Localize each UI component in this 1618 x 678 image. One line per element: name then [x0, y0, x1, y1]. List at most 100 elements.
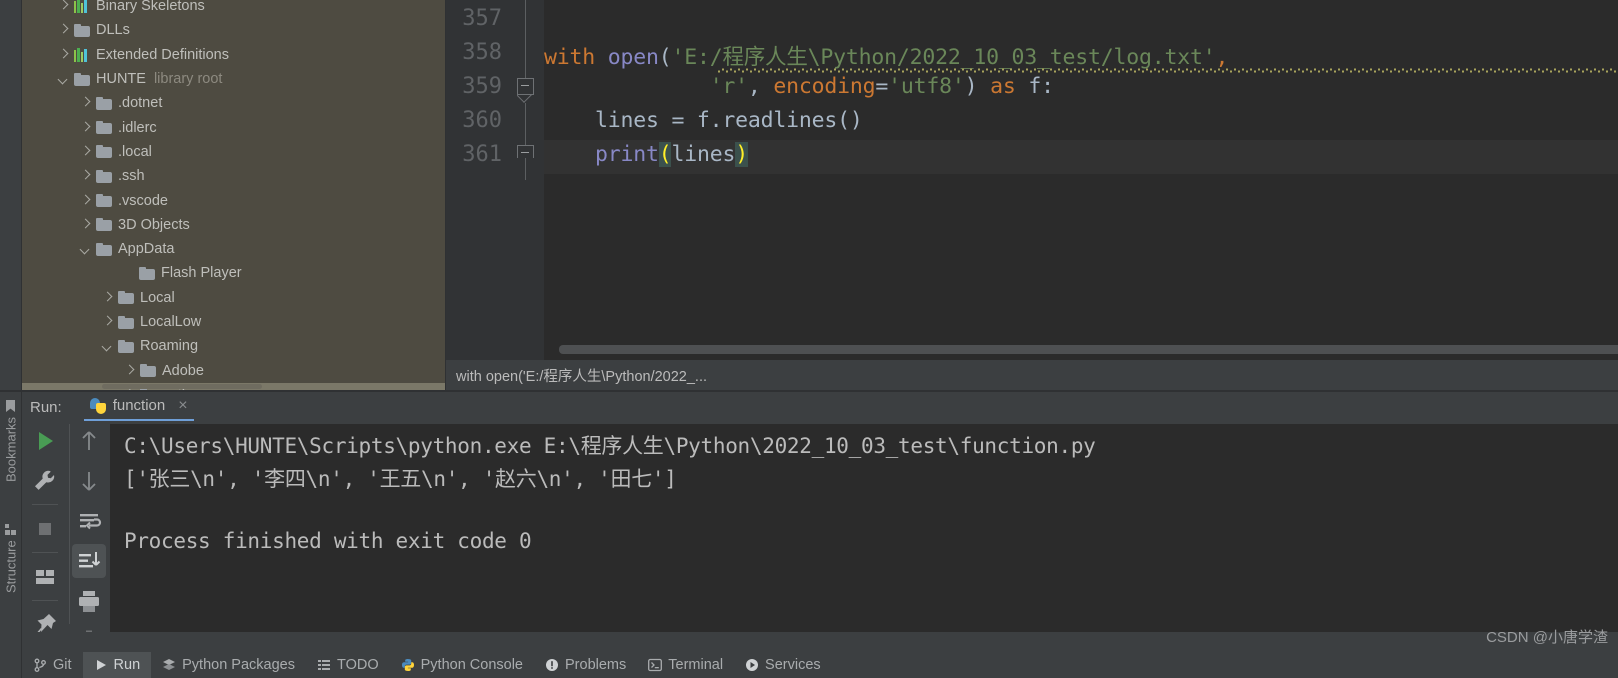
rail-item-label: Structure: [3, 540, 19, 593]
rail-item-structure[interactable]: Structure: [0, 524, 22, 624]
chevron-right-icon[interactable]: [79, 170, 92, 183]
tree-item-flash-player[interactable]: Flash Player: [22, 261, 445, 285]
print-button[interactable]: [72, 584, 106, 618]
line-number: 361: [462, 142, 502, 167]
fold-region-marker[interactable]: [517, 78, 534, 95]
code-line[interactable]: lines = f.readlines(): [544, 108, 863, 133]
code-line[interactable]: print(lines): [544, 142, 748, 167]
tree-item-locallow[interactable]: LocalLow: [22, 310, 445, 334]
status-tab-git[interactable]: Git: [22, 652, 83, 678]
tree-horizontal-scrollbar[interactable]: [102, 384, 262, 389]
tree-item-label: 3D Objects: [118, 216, 190, 233]
play-icon: [94, 658, 108, 672]
chevron-right-icon[interactable]: [101, 316, 114, 329]
toolbar-separator: [32, 600, 58, 601]
status-tab-todo[interactable]: TODO: [306, 652, 390, 678]
scroll-to-end-button[interactable]: [71, 544, 106, 578]
code-token: with: [544, 45, 608, 70]
chevron-down-icon[interactable]: [79, 243, 92, 256]
tree-item-hunte[interactable]: HUNTE library root: [22, 67, 445, 91]
stop-button[interactable]: [28, 512, 62, 546]
tree-item-binary-skeletons[interactable]: Binary Skeletons: [22, 0, 445, 18]
close-icon[interactable]: ×: [178, 397, 187, 415]
editor-breadcrumb[interactable]: with open('E:/程序人生\Python/2022_...: [446, 361, 1618, 390]
warning-icon: [545, 658, 559, 672]
chevron-right-icon[interactable]: [79, 194, 92, 207]
layout-button[interactable]: [28, 560, 62, 594]
code-token: as: [977, 74, 1029, 99]
code-line[interactable]: 'r', encoding='utf8') as f:: [544, 74, 1054, 99]
console-line: C:\Users\HUNTE\Scripts\python.exe E:\程序人…: [124, 434, 1096, 458]
code-line[interactable]: with open('E:/程序人生\Python/2022_10_03_tes…: [544, 40, 1228, 71]
status-tab-label: Terminal: [668, 657, 724, 673]
rerun-config-button[interactable]: [28, 464, 62, 498]
chevron-right-icon[interactable]: [57, 0, 70, 13]
code-token: ): [735, 142, 748, 167]
chevron-right-icon[interactable]: [79, 97, 92, 110]
status-tab-services[interactable]: Services: [734, 652, 832, 678]
editor-gutter: 357 358 359 360 361: [446, 0, 508, 360]
tree-item-label: .ssh: [118, 168, 145, 185]
chevron-right-icon[interactable]: [79, 145, 92, 158]
tree-item-dotnet[interactable]: .dotnet: [22, 91, 445, 115]
chevron-right-icon[interactable]: [57, 24, 70, 37]
line-number: 358: [462, 40, 502, 65]
code-editor[interactable]: 357 358 359 360 361 with open('E:/程序人生\P…: [446, 0, 1618, 360]
fold-guide-line: [525, 158, 527, 180]
code-token: lines = f.readlines(): [544, 108, 863, 133]
code-text-area[interactable]: with open('E:/程序人生\Python/2022_10_03_tes…: [544, 0, 1618, 360]
tree-item-label: Binary Skeletons: [96, 0, 205, 15]
status-tab-problems[interactable]: Problems: [534, 652, 637, 678]
chevron-right-icon[interactable]: [101, 291, 114, 304]
fold-region-end-marker[interactable]: [517, 145, 534, 158]
run-tab-function[interactable]: function ×: [83, 394, 194, 421]
chevron-right-icon[interactable]: [79, 121, 92, 134]
tree-item-label: AppData: [118, 241, 175, 258]
tree-item-3d-objects[interactable]: 3D Objects: [22, 213, 445, 237]
tree-item-local[interactable]: .local: [22, 140, 445, 164]
status-tab-run[interactable]: Run: [82, 652, 152, 678]
run-console-output[interactable]: C:\Users\HUNTE\Scripts\python.exe E:\程序人…: [110, 424, 1618, 632]
python-icon: [401, 658, 415, 672]
top-region: anifoxAdobeRoamingLocalLowLocalFlash Pla…: [0, 0, 1618, 390]
code-token: 'r': [709, 74, 748, 99]
chevron-right-icon[interactable]: [123, 364, 136, 377]
project-tree-panel[interactable]: anifoxAdobeRoamingLocalLowLocalFlash Pla…: [22, 0, 445, 390]
tree-item-roaming[interactable]: Roaming: [22, 334, 445, 358]
status-tab-label: Python Console: [420, 657, 523, 673]
status-tab-terminal[interactable]: Terminal: [637, 652, 734, 678]
status-tab-python-packages[interactable]: Python Packages: [151, 652, 306, 678]
rail-item-bookmarks[interactable]: Bookmarks: [0, 400, 22, 500]
code-token: open: [607, 45, 659, 70]
soft-wrap-button[interactable]: [72, 504, 106, 538]
python-icon: [89, 397, 106, 414]
watermark: CSDN @小唐学渣: [1486, 629, 1608, 646]
editor-fold-column[interactable]: [508, 0, 544, 360]
chevron-down-icon[interactable]: [57, 73, 70, 86]
status-tab-label: Problems: [565, 657, 627, 673]
code-token: (: [658, 142, 672, 167]
status-tab-python-console[interactable]: Python Console: [390, 652, 534, 678]
tree-item-extended-definitions[interactable]: Extended Definitions: [22, 43, 445, 67]
tree-item-label: Flash Player: [161, 265, 242, 282]
tree-item-ssh[interactable]: .ssh: [22, 164, 445, 188]
library-icon: [74, 47, 90, 62]
tree-item-appdata[interactable]: AppData: [22, 237, 445, 261]
rerun-button[interactable]: [28, 424, 62, 458]
tree-item-vscode[interactable]: .vscode: [22, 188, 445, 212]
editor-horizontal-scrollbar[interactable]: [559, 345, 1618, 354]
tree-item-local[interactable]: Local: [22, 286, 445, 310]
chevron-right-icon[interactable]: [57, 48, 70, 61]
tree-item-dlls[interactable]: DLLs: [22, 18, 445, 42]
library-icon: [74, 0, 90, 14]
chevron-right-icon[interactable]: [79, 218, 92, 231]
tree-item-idlerc[interactable]: .idlerc: [22, 116, 445, 140]
tree-item-adobe[interactable]: Adobe: [22, 359, 445, 383]
chevron-down-icon[interactable]: [101, 340, 114, 353]
next-occurrence-button[interactable]: [72, 464, 106, 498]
prev-occurrence-button[interactable]: [72, 424, 106, 458]
ide-window: anifoxAdobeRoamingLocalLowLocalFlash Pla…: [0, 0, 1618, 678]
status-bar: Git Run Python Packages TODO Python Console P…: [0, 632, 1618, 678]
code-token: 'utf8': [888, 74, 965, 99]
